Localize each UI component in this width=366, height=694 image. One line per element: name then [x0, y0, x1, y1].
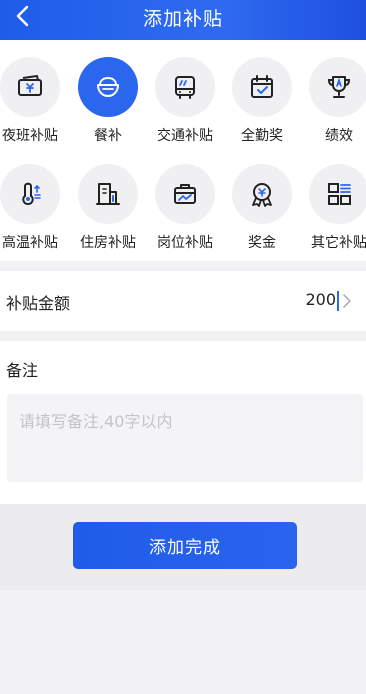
bus-icon [175, 76, 195, 99]
briefcase-icon [174, 184, 196, 204]
category-bonus[interactable]: 奖金 [223, 164, 301, 252]
category-transport[interactable]: 交通补贴 [146, 57, 224, 145]
category-performance[interactable]: 绩效 [300, 57, 366, 145]
category-icon-circle [309, 164, 366, 224]
category-icon-circle [309, 57, 366, 117]
category-night-shift[interactable]: 夜班补贴 [0, 57, 69, 145]
page-title: 添加补贴 [142, 8, 223, 30]
category-icon-circle [232, 57, 292, 117]
thermometer-icon [22, 182, 41, 205]
category-label: 住房补贴 [80, 235, 136, 251]
subsidy-category-grid: 夜班补贴 餐补 交通补贴 全勤奖 绩效 高温补贴 住房补贴 岗位补贴 奖金 其它… [0, 40, 366, 261]
category-high-temp[interactable]: 高温补贴 [0, 164, 69, 252]
category-icon-circle [232, 164, 292, 224]
meal-bowl-icon [97, 76, 119, 97]
category-label: 夜班补贴 [2, 128, 58, 144]
night-shift-ticket-icon [18, 75, 42, 96]
remark-section: 备注 [0, 341, 366, 504]
app-header: 添加补贴 [0, 0, 366, 40]
medal-icon [252, 183, 272, 207]
calendar-check-icon [251, 75, 273, 98]
category-position[interactable]: 岗位补贴 [146, 164, 224, 252]
category-icon-circle [155, 57, 215, 117]
grid-list-icon [328, 183, 351, 205]
category-icon-circle [155, 164, 215, 224]
trophy-icon [327, 76, 351, 98]
category-icon-circle [78, 57, 138, 117]
amount-input[interactable]: 200 [305, 290, 336, 309]
category-icon-circle [0, 164, 60, 224]
category-label: 高温补贴 [2, 235, 58, 251]
subsidy-amount-row[interactable]: 补贴金额 200 [0, 271, 366, 331]
category-icon-circle [0, 57, 60, 117]
category-label: 全勤奖 [241, 128, 283, 144]
chevron-right-icon [343, 294, 351, 308]
category-label: 奖金 [248, 235, 276, 251]
building-icon [96, 183, 120, 205]
bottom-action-bar: 添加完成 [0, 504, 366, 590]
category-label: 绩效 [325, 128, 353, 144]
remark-label: 备注 [6, 361, 39, 380]
category-label: 交通补贴 [157, 128, 213, 144]
category-label: 餐补 [94, 128, 122, 144]
amount-label: 补贴金额 [6, 294, 71, 313]
category-label: 岗位补贴 [157, 235, 213, 251]
submit-button[interactable]: 添加完成 [73, 522, 297, 569]
remark-textarea[interactable] [7, 394, 363, 482]
text-cursor [337, 291, 339, 311]
category-icon-circle [78, 164, 138, 224]
category-label: 其它补贴 [311, 235, 366, 251]
category-full-attendance[interactable]: 全勤奖 [223, 57, 301, 145]
category-housing[interactable]: 住房补贴 [69, 164, 147, 252]
category-meal[interactable]: 餐补 [69, 57, 147, 145]
category-other[interactable]: 其它补贴 [300, 164, 366, 252]
